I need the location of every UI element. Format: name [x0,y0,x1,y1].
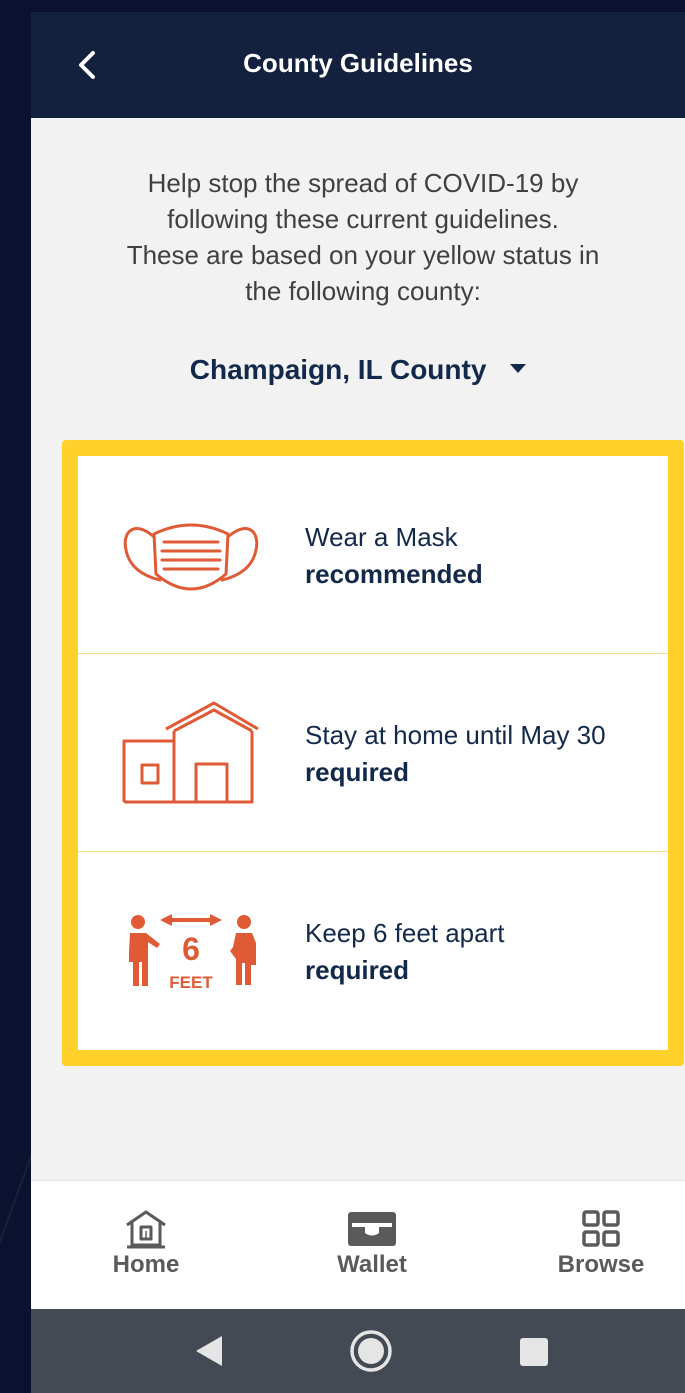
guideline-status: required [305,757,410,787]
caret-down-icon [510,364,527,374]
intro-line: These are based on your yellow status in [126,240,600,270]
grid-icon [582,1210,620,1247]
distance-icon-number: 6 [182,931,200,967]
recents-square-icon[interactable] [519,1337,549,1367]
home-circle-icon[interactable] [349,1329,393,1373]
distance-icon-unit: FEET [169,973,213,992]
guideline-row-mask: Wear a Mask recommended [78,456,668,654]
home-icon: I [126,1210,166,1249]
back-triangle-icon[interactable] [194,1334,224,1368]
bottom-nav: I Home Wallet Browse [31,1180,685,1309]
guideline-title: Stay at home until May 30 [305,720,606,750]
nav-wallet-label: Wallet [337,1251,407,1278]
guideline-title: Keep 6 feet apart [305,918,505,948]
nav-wallet[interactable]: Wallet [307,1209,437,1279]
guideline-row-stay-home: Stay at home until May 30 required [78,654,668,852]
nav-home[interactable]: I Home [81,1209,211,1279]
county-dropdown-value: Champaign, IL County [189,354,487,385]
intro-line: the following county: [245,276,481,306]
nav-browse-label: Browse [557,1251,645,1278]
distance-icon: 6 FEET [129,914,256,992]
svg-text:I: I [145,1230,148,1241]
guideline-title: Wear a Mask [305,522,458,552]
nav-home-label: Home [112,1251,180,1278]
guideline-status: required [305,955,410,985]
app-header: County Guidelines [31,12,685,118]
guideline-status: recommended [305,559,483,589]
wallet-icon [348,1212,396,1246]
app-screen: County Guidelines Help stop the spread o… [31,12,685,1393]
guidelines-card: Wear a Mask recommended Stay at home unt… [62,440,684,1066]
intro-text: Help stop the spread of COVID-19 by foll… [71,165,655,309]
intro-line: following these current guidelines. [167,204,559,234]
county-dropdown[interactable]: Champaign, IL County [31,354,685,386]
system-nav-bar [31,1309,685,1393]
nav-browse[interactable]: Browse [536,1209,666,1279]
intro-line: Help stop the spread of COVID-19 by [147,168,579,198]
guideline-row-distance: 6 FEET Keep 6 feet apart required [78,852,668,1050]
house-icon [122,701,259,804]
page-title: County Guidelines [243,48,473,78]
mask-icon [123,523,259,591]
